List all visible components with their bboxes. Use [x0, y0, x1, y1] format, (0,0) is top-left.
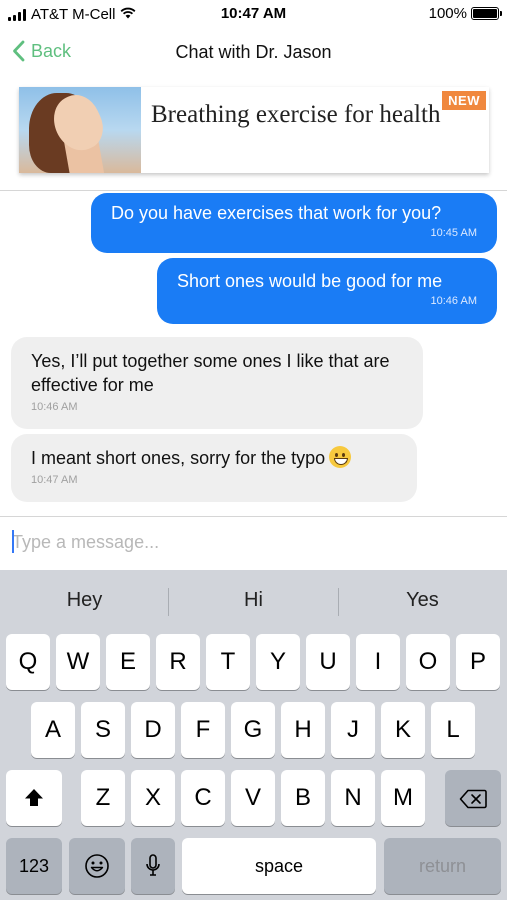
key-n[interactable]: N: [331, 770, 375, 826]
key-w[interactable]: W: [56, 634, 100, 690]
emoji-icon: [85, 854, 109, 878]
key-i[interactable]: I: [356, 634, 400, 690]
text-caret: [12, 530, 14, 553]
backspace-icon: [459, 789, 487, 809]
key-b[interactable]: B: [281, 770, 325, 826]
message-bubble-outgoing[interactable]: Do you have exercises that work for you?…: [91, 193, 497, 253]
battery-percent: 100%: [428, 5, 467, 22]
grinning-face-icon: [329, 446, 352, 468]
key-t[interactable]: T: [206, 634, 250, 690]
key-f[interactable]: F: [181, 702, 225, 758]
dictation-key[interactable]: [131, 838, 175, 894]
message-bubble-incoming[interactable]: I meant short ones, sorry for the typo 1…: [11, 434, 417, 502]
shift-icon: [25, 789, 43, 806]
message-text-row: I meant short ones, sorry for the typo: [31, 446, 397, 470]
key-h[interactable]: H: [281, 702, 325, 758]
key-l[interactable]: L: [431, 702, 475, 758]
shift-key[interactable]: [6, 770, 62, 826]
status-bar: AT&T M-Cell 10:47 AM 100%: [0, 0, 507, 28]
composer: [0, 517, 507, 570]
message-text: I meant short ones, sorry for the typo: [31, 448, 326, 468]
nav-bar: Back Chat with Dr. Jason: [0, 28, 507, 80]
article-banner[interactable]: Breathing exercise for health NEW: [19, 87, 489, 173]
key-a[interactable]: A: [31, 702, 75, 758]
key-d[interactable]: D: [131, 702, 175, 758]
message-text: Short ones would be good for me: [177, 271, 443, 291]
key-o[interactable]: O: [406, 634, 450, 690]
banner-title: Breathing exercise for health: [151, 101, 441, 128]
delete-key[interactable]: [445, 770, 501, 826]
message-time: 10:46 AM: [31, 401, 78, 413]
key-v[interactable]: V: [231, 770, 275, 826]
message-time: 10:47 AM: [31, 474, 78, 486]
key-y[interactable]: Y: [256, 634, 300, 690]
keyboard: Hey Hi Yes Q W E R T Y U I O P A S D F G…: [0, 570, 507, 900]
key-c[interactable]: C: [181, 770, 225, 826]
suggestion-item[interactable]: Hi: [169, 570, 338, 630]
status-right: 100%: [428, 5, 502, 22]
microphone-icon: [146, 854, 160, 876]
key-u[interactable]: U: [306, 634, 350, 690]
message-text: Do you have exercises that work for you?: [111, 203, 442, 223]
key-e[interactable]: E: [106, 634, 150, 690]
key-g[interactable]: G: [231, 702, 275, 758]
battery-fill: [473, 9, 497, 18]
key-j[interactable]: J: [331, 702, 375, 758]
key-m[interactable]: M: [381, 770, 425, 826]
suggestion-item[interactable]: Yes: [338, 570, 507, 630]
message-time: 10:45 AM: [430, 227, 477, 239]
suggestion-bar: Hey Hi Yes: [0, 570, 507, 630]
key-p[interactable]: P: [456, 634, 500, 690]
message-bubble-outgoing[interactable]: Short ones would be good for me 10:46 AM: [157, 258, 497, 324]
message-time: 10:46 AM: [430, 295, 477, 307]
banner-image: [19, 87, 141, 173]
battery-icon: [471, 7, 502, 20]
new-badge: NEW: [442, 91, 486, 110]
message-bubble-incoming[interactable]: Yes, I’ll put together some ones I like …: [11, 337, 423, 429]
key-q[interactable]: Q: [6, 634, 50, 690]
numbers-key[interactable]: 123: [6, 838, 62, 894]
key-x[interactable]: X: [131, 770, 175, 826]
key-r[interactable]: R: [156, 634, 200, 690]
page-title: Chat with Dr. Jason: [175, 42, 332, 62]
emoji-key[interactable]: [69, 838, 125, 894]
key-z[interactable]: Z: [81, 770, 125, 826]
key-k[interactable]: K: [381, 702, 425, 758]
message-list[interactable]: Do you have exercises that work for you?…: [0, 191, 507, 516]
space-key[interactable]: space: [182, 838, 376, 894]
suggestion-item[interactable]: Hey: [0, 570, 169, 630]
message-text: Yes, I’ll put together some ones I like …: [31, 351, 390, 395]
key-s[interactable]: S: [81, 702, 125, 758]
return-key[interactable]: return: [384, 838, 501, 894]
message-input[interactable]: [12, 527, 492, 557]
